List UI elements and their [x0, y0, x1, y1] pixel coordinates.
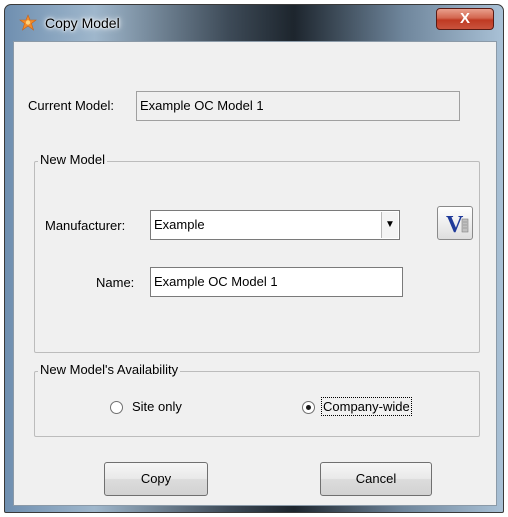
current-model-label: Current Model: — [28, 98, 114, 113]
company-wide-radio[interactable] — [302, 401, 315, 414]
title-bar[interactable]: Copy Model X — [5, 5, 503, 41]
availability-group — [34, 371, 480, 437]
site-only-radio[interactable] — [110, 401, 123, 414]
window-title: Copy Model — [45, 15, 120, 31]
manufacturer-label: Manufacturer: — [45, 218, 126, 233]
new-model-group-title: New Model — [38, 152, 108, 167]
cancel-button[interactable]: Cancel — [320, 462, 432, 496]
dialog-window: Copy Model X Current Model: Example OC M… — [4, 4, 504, 513]
manufacturer-dropdown[interactable]: Example ▼ — [150, 210, 400, 240]
name-label: Name: — [96, 275, 135, 290]
manufacturer-value: Example — [154, 217, 205, 232]
close-button[interactable]: X — [436, 8, 494, 30]
copy-button[interactable]: Copy — [104, 462, 208, 496]
radio-selected-dot — [306, 405, 311, 410]
site-only-label[interactable]: Site only — [132, 399, 182, 414]
close-icon: X — [459, 10, 470, 27]
dialog-body: Current Model: Example OC Model 1 New Mo… — [13, 41, 497, 506]
company-wide-label[interactable]: Company-wide — [321, 397, 412, 416]
svg-text:V: V — [446, 212, 464, 238]
current-model-field: Example OC Model 1 — [136, 91, 460, 121]
chevron-down-icon[interactable]: ▼ — [381, 212, 398, 238]
name-input[interactable]: Example OC Model 1 — [150, 267, 403, 297]
app-icon — [19, 14, 37, 31]
manufacturer-view-button[interactable]: V — [437, 206, 473, 240]
availability-group-title: New Model's Availability — [38, 362, 181, 377]
new-model-group — [34, 161, 480, 353]
v-logo-icon: V — [446, 212, 469, 238]
